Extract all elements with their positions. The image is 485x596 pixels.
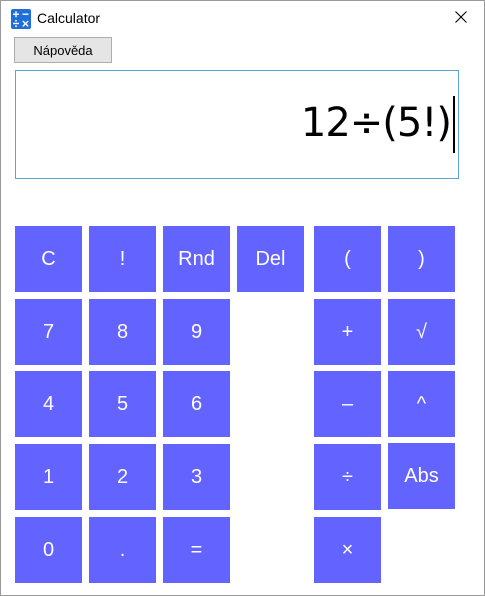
help-button[interactable]: Nápověda — [14, 37, 112, 63]
power-button[interactable]: ^ — [388, 371, 455, 437]
factorial-button[interactable]: ! — [89, 226, 156, 292]
delete-button[interactable]: Del — [237, 226, 304, 292]
equals-button[interactable]: = — [163, 517, 230, 583]
decimal-button[interactable]: . — [89, 517, 156, 583]
random-button[interactable]: Rnd — [163, 226, 230, 292]
title-bar: Calculator — [1, 1, 484, 37]
expression-text: 12÷(5!) — [300, 100, 452, 146]
digit-8-button[interactable]: 8 — [89, 299, 156, 365]
digit-1-button[interactable]: 1 — [15, 444, 82, 510]
multiply-button[interactable]: × — [314, 517, 381, 583]
divide-button[interactable]: ÷ — [314, 444, 381, 510]
calculator-window: Calculator Nápověda 12÷(5!) C ! Rnd Del … — [0, 0, 485, 596]
plus-button[interactable]: + — [314, 299, 381, 365]
text-caret — [453, 96, 455, 153]
close-icon — [455, 10, 467, 28]
left-paren-button[interactable]: ( — [314, 226, 381, 292]
sqrt-button[interactable]: √ — [388, 299, 455, 365]
right-paren-button[interactable]: ) — [388, 226, 455, 292]
digit-3-button[interactable]: 3 — [163, 444, 230, 510]
digit-0-button[interactable]: 0 — [15, 517, 82, 583]
minus-button[interactable]: – — [314, 371, 381, 437]
abs-button[interactable]: Abs — [388, 443, 455, 509]
clear-button[interactable]: C — [15, 226, 82, 292]
expression-display[interactable]: 12÷(5!) — [15, 70, 459, 179]
digit-9-button[interactable]: 9 — [163, 299, 230, 365]
digit-2-button[interactable]: 2 — [89, 444, 156, 510]
calculator-app-icon — [11, 9, 31, 29]
close-button[interactable] — [438, 1, 484, 37]
digit-6-button[interactable]: 6 — [163, 371, 230, 437]
digit-4-button[interactable]: 4 — [15, 371, 82, 437]
window-title: Calculator — [37, 10, 101, 26]
digit-5-button[interactable]: 5 — [89, 371, 156, 437]
digit-7-button[interactable]: 7 — [15, 299, 82, 365]
